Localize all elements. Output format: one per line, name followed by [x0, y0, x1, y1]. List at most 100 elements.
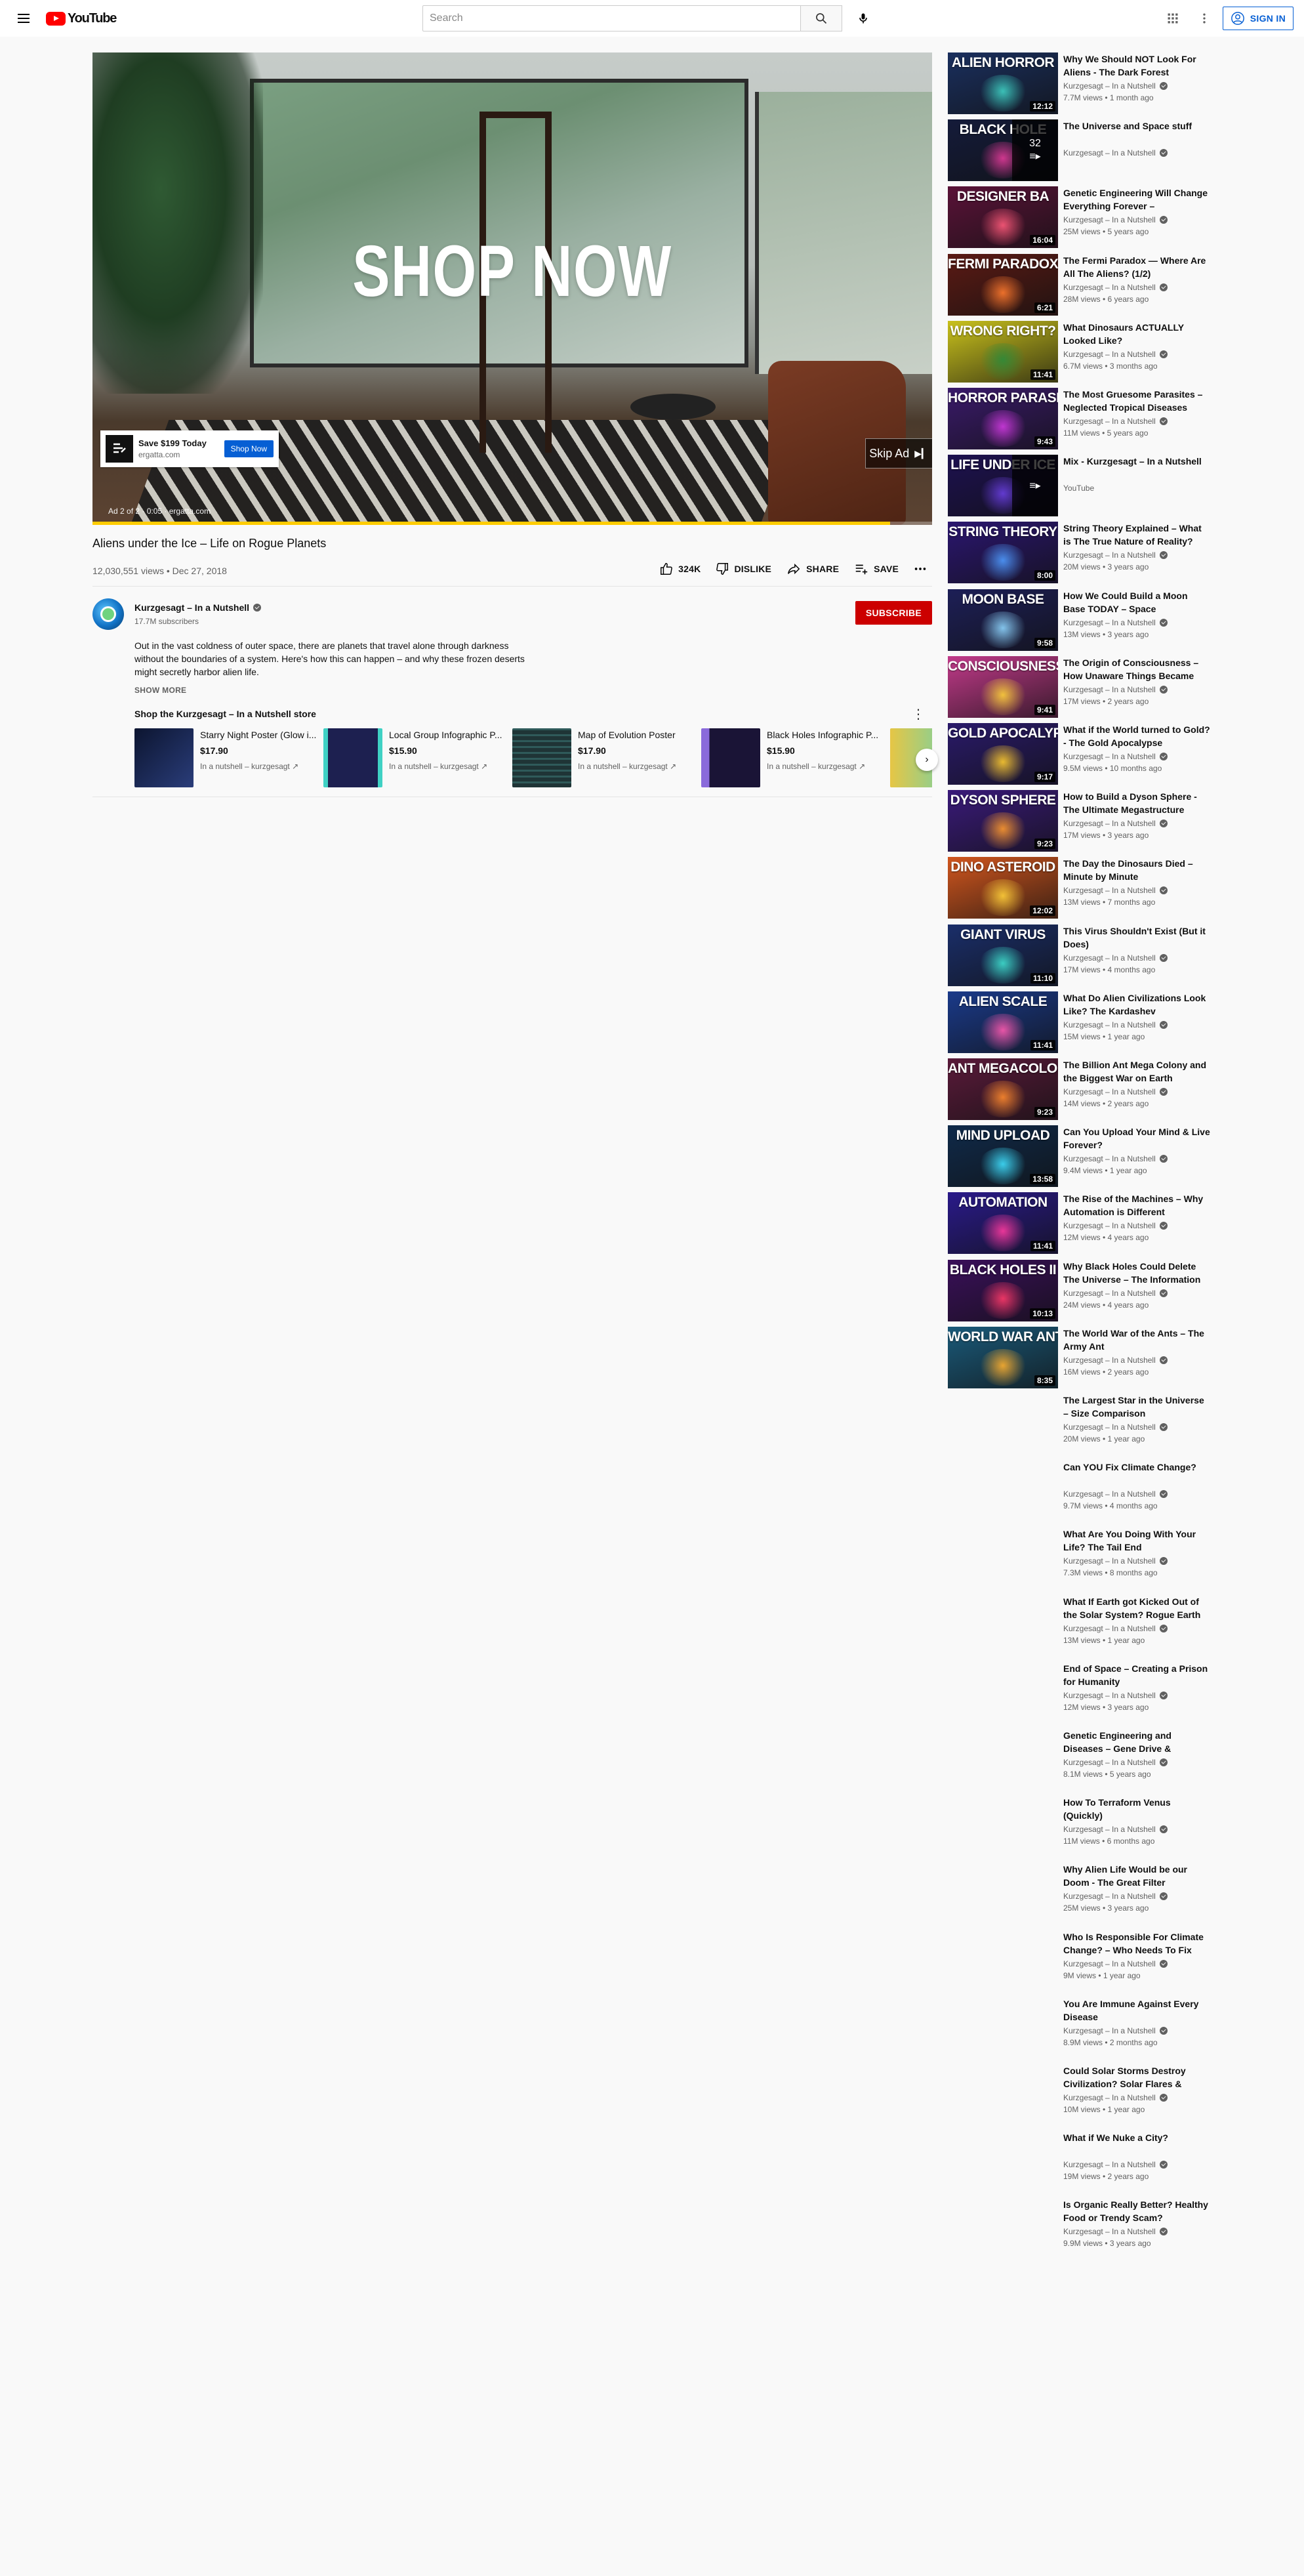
recommendation-item[interactable]: LIFE UNDER ICE ≡▸ Mix - Kurzgesagt – In a … [948, 455, 1210, 516]
recommendation-channel[interactable]: Kurzgesagt – In a Nutshell [1063, 2093, 1168, 2102]
recommendation-title[interactable]: Why We Should NOT Look For Aliens - The … [1063, 52, 1210, 79]
recommendation-channel[interactable]: Kurzgesagt – In a Nutshell [1063, 417, 1168, 426]
recommendation-title[interactable]: How We Could Build a Moon Base TODAY – S… [1063, 589, 1210, 615]
recommendation-channel[interactable]: Kurzgesagt – In a Nutshell [1063, 81, 1168, 91]
recommendation-item[interactable]: STRING THEORY 8:00 String Theory Explained… [948, 522, 1210, 583]
recommendation-item[interactable]: You Are Immune Against Every Disease Kurz… [948, 1997, 1210, 2059]
channel-avatar[interactable] [92, 598, 124, 630]
recommendation-channel[interactable]: Kurzgesagt – In a Nutshell [1063, 551, 1168, 560]
recommendation-item[interactable]: DYSON SPHERE 9:23 How to Build a Dyson Sph… [948, 790, 1210, 852]
recommendation-item[interactable]: MOON BASE 9:58 How We Could Build a Moon B… [948, 589, 1210, 651]
recommendation-item[interactable]: AUTOMATION 11:41 The Rise of the Machines … [948, 1192, 1210, 1254]
recommendation-channel[interactable]: Kurzgesagt – In a Nutshell [1063, 1423, 1168, 1432]
video-thumbnail[interactable] [948, 1997, 1058, 2059]
video-thumbnail[interactable] [948, 2064, 1058, 2126]
video-thumbnail[interactable]: GOLD APOCALYPSE 9:17 [948, 723, 1058, 785]
video-thumbnail[interactable]: CONSCIOUSNESS 9:41 [948, 656, 1058, 718]
recommendation-title[interactable]: The Most Gruesome Parasites – Neglected … [1063, 388, 1210, 414]
skip-ad-button[interactable]: Skip Ad ▶▎ [865, 438, 932, 468]
recommendation-item[interactable]: GIANT VIRUS 11:10 This Virus Shouldn't Exi… [948, 924, 1210, 986]
shop-more-icon[interactable]: ⋮ [912, 706, 925, 722]
video-thumbnail[interactable] [948, 1527, 1058, 1589]
recommendation-channel[interactable]: Kurzgesagt – In a Nutshell [1063, 1624, 1168, 1633]
recommendation-title[interactable]: How to Build a Dyson Sphere - The Ultima… [1063, 790, 1210, 816]
video-thumbnail[interactable] [948, 1662, 1058, 1724]
recommendation-title[interactable]: What Do Alien Civilizations Look Like? T… [1063, 991, 1210, 1018]
recommendation-item[interactable]: ALIEN HORROR 12:12 Why We Should NOT Look … [948, 52, 1210, 114]
subscribe-button[interactable]: SUBSCRIBE [855, 601, 932, 625]
ad-card[interactable]: Save $199 Today ergatta.com Shop Now [100, 430, 279, 467]
sign-in-button[interactable]: SIGN IN [1222, 7, 1294, 30]
apps-button[interactable] [1160, 5, 1186, 31]
recommendation-channel[interactable]: Kurzgesagt – In a Nutshell [1063, 953, 1168, 963]
recommendation-title[interactable]: What Are You Doing With Your Life? The T… [1063, 1527, 1210, 1554]
recommendation-title[interactable]: The World War of the Ants – The Army Ant [1063, 1327, 1210, 1353]
recommendation-channel[interactable]: Kurzgesagt – In a Nutshell [1063, 1221, 1168, 1230]
recommendation-title[interactable]: Genetic Engineering and Diseases – Gene … [1063, 1729, 1210, 1755]
recommendation-channel[interactable]: Kurzgesagt – In a Nutshell [1063, 1825, 1168, 1834]
recommendation-item[interactable]: GOLD APOCALYPSE 9:17 What if the World tur… [948, 723, 1210, 785]
recommendation-title[interactable]: The Rise of the Machines – Why Automatio… [1063, 1192, 1210, 1218]
video-thumbnail[interactable]: HORROR PARASITES 9:43 [948, 388, 1058, 449]
video-thumbnail[interactable]: MIND UPLOAD 13:58 [948, 1125, 1058, 1187]
recommendation-channel[interactable]: Kurzgesagt – In a Nutshell [1063, 350, 1168, 359]
recommendation-item[interactable]: Genetic Engineering and Diseases – Gene … [948, 1729, 1210, 1791]
recommendation-title[interactable]: The Billion Ant Mega Colony and the Bigg… [1063, 1058, 1210, 1085]
video-thumbnail[interactable]: LIFE UNDER ICE ≡▸ [948, 455, 1058, 516]
video-thumbnail[interactable]: ANT MEGACOLONY 9:23 [948, 1058, 1058, 1120]
recommendation-channel[interactable]: Kurzgesagt – In a Nutshell [1063, 685, 1168, 694]
more-actions-button[interactable] [913, 562, 932, 576]
recommendation-item[interactable]: BLACK HOLE 32 ≡▸ The Universe and Space stu… [948, 119, 1210, 181]
search-button[interactable] [800, 5, 842, 31]
recommendation-channel[interactable]: Kurzgesagt – In a Nutshell [1063, 2026, 1168, 2035]
video-thumbnail[interactable] [948, 2131, 1058, 2193]
channel-name[interactable]: Kurzgesagt – In a Nutshell [134, 602, 262, 613]
recommendation-title[interactable]: The Origin of Consciousness – How Unawar… [1063, 656, 1210, 682]
dislike-button[interactable]: DISLIKE [715, 562, 771, 576]
recommendation-item[interactable]: WORLD WAR ANT 8:35 The World War of the An… [948, 1327, 1210, 1388]
recommendation-channel[interactable]: Kurzgesagt – In a Nutshell [1063, 1087, 1168, 1096]
save-button[interactable]: SAVE [853, 562, 899, 576]
product-card[interactable]: Local Group Infographic P... $15.90 In a… [323, 728, 512, 791]
youtube-logo[interactable]: YouTube [46, 11, 117, 26]
video-thumbnail[interactable]: DINO ASTEROID 12:02 [948, 857, 1058, 919]
recommendation-title[interactable]: Mix - Kurzgesagt – In a Nutshell [1063, 455, 1210, 468]
recommendation-item[interactable]: The Largest Star in the Universe – Size … [948, 1394, 1210, 1455]
recommendation-title[interactable]: The Largest Star in the Universe – Size … [1063, 1394, 1210, 1420]
recommendation-channel[interactable]: Kurzgesagt – In a Nutshell [1063, 1892, 1168, 1901]
video-thumbnail[interactable]: WORLD WAR ANT 8:35 [948, 1327, 1058, 1388]
recommendation-channel[interactable]: Kurzgesagt – In a Nutshell [1063, 283, 1168, 292]
video-thumbnail[interactable] [948, 1394, 1058, 1455]
recommendation-item[interactable]: DESIGNER BA 16:04 Genetic Engineering Will… [948, 186, 1210, 248]
recommendation-channel[interactable]: Kurzgesagt – In a Nutshell [1063, 1489, 1168, 1499]
recommendation-title[interactable]: What If Earth got Kicked Out of the Sola… [1063, 1595, 1210, 1621]
ad-shop-now-button[interactable]: Shop Now [224, 440, 274, 457]
menu-icon[interactable] [10, 5, 37, 31]
video-thumbnail[interactable] [948, 1796, 1058, 1858]
recommendation-channel[interactable]: YouTube [1063, 484, 1094, 493]
recommendation-channel[interactable]: Kurzgesagt – In a Nutshell [1063, 2227, 1168, 2236]
recommendation-item[interactable]: ANT MEGACOLONY 9:23 The Billion Ant Mega C… [948, 1058, 1210, 1120]
recommendation-item[interactable]: What Are You Doing With Your Life? The T… [948, 1527, 1210, 1589]
share-button[interactable]: SHARE [786, 562, 839, 576]
recommendation-channel[interactable]: Kurzgesagt – In a Nutshell [1063, 1356, 1168, 1365]
recommendation-title[interactable]: Genetic Engineering Will Change Everythi… [1063, 186, 1210, 213]
recommendation-title[interactable]: You Are Immune Against Every Disease [1063, 1997, 1210, 2024]
recommendation-item[interactable]: HORROR PARASITES 9:43 The Most Gruesome Pa… [948, 388, 1210, 449]
recommendation-title[interactable]: This Virus Shouldn't Exist (But it Does) [1063, 924, 1210, 951]
video-thumbnail[interactable] [948, 1729, 1058, 1791]
recommendation-item[interactable]: FERMI PARADOX 6:21 The Fermi Paradox — Whe… [948, 254, 1210, 316]
recommendation-title[interactable]: Who Is Responsible For Climate Change? –… [1063, 1930, 1210, 1957]
recommendation-item[interactable]: BLACK HOLES II 10:13 Why Black Holes Could… [948, 1260, 1210, 1321]
recommendation-channel[interactable]: Kurzgesagt – In a Nutshell [1063, 618, 1168, 627]
product-card[interactable]: Starry Night Poster (Glow i... $17.90 In… [134, 728, 323, 791]
recommendation-item[interactable]: WRONG RIGHT? 11:41 What Dinosaurs ACTUALLY… [948, 321, 1210, 383]
video-thumbnail[interactable]: MOON BASE 9:58 [948, 589, 1058, 651]
video-thumbnail[interactable]: GIANT VIRUS 11:10 [948, 924, 1058, 986]
recommendation-title[interactable]: Why Black Holes Could Delete The Univers… [1063, 1260, 1210, 1286]
video-thumbnail[interactable]: BLACK HOLES II 10:13 [948, 1260, 1058, 1321]
video-thumbnail[interactable]: BLACK HOLE 32 ≡▸ [948, 119, 1058, 181]
video-thumbnail[interactable]: AUTOMATION 11:41 [948, 1192, 1058, 1254]
recommendation-item[interactable]: End of Space – Creating a Prison for Hum… [948, 1662, 1210, 1724]
recommendation-item[interactable]: How To Terraform Venus (Quickly) Kurzgesa… [948, 1796, 1210, 1858]
